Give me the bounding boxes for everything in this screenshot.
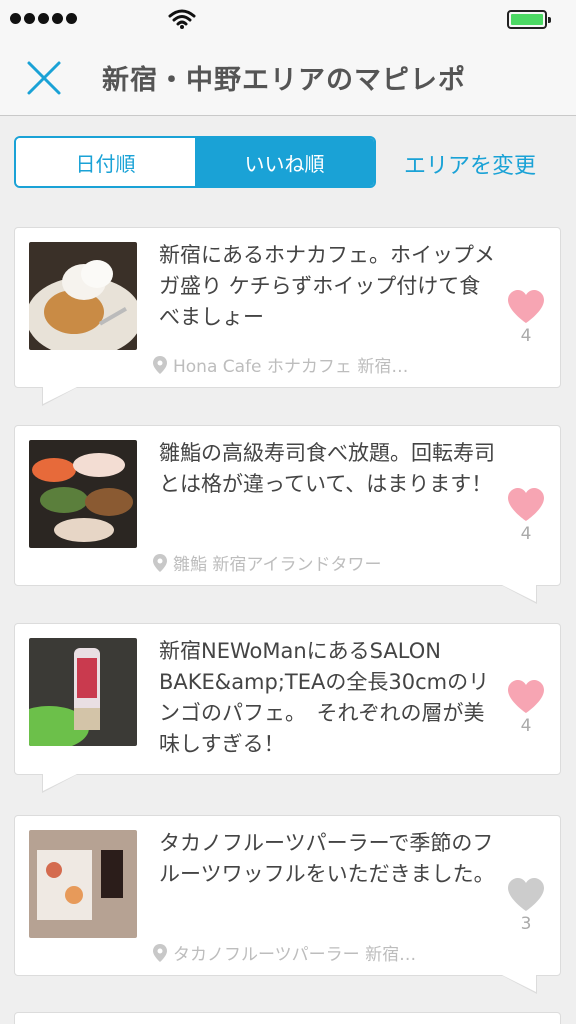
change-area-link[interactable]: エリアを変更 xyxy=(404,148,536,180)
sort-segmented-control: 日付順 いいね順 xyxy=(14,136,376,188)
post-text: 新宿にあるホナカフェ。ホイップメガ盛り ケチらずホイップ付けて食べましょー xyxy=(159,243,495,329)
sort-by-date-tab[interactable]: 日付順 xyxy=(16,138,195,186)
post-card[interactable]: 雛鮨の高級寿司食べ放題。回転寿司とは格が違っていて、はまります！ 雛鮨 新宿アイ… xyxy=(14,425,561,604)
heart-icon xyxy=(508,488,544,521)
location-pin-icon xyxy=(153,355,167,374)
post-text: 雛鮨の高級寿司食べ放題。回転寿司とは格が違っていて、はまります！ xyxy=(159,441,495,496)
post-card[interactable]: 新宿にあるホナカフェ。ホイップメガ盛り ケチらずホイップ付けて食べましょー Ho… xyxy=(14,227,561,406)
post-location: タカノフルーツパーラー 新宿… xyxy=(153,940,416,965)
like-count: 4 xyxy=(520,326,532,346)
post-text: タカノフルーツパーラーで季節のフルーツワッフルをいただきました。 xyxy=(159,831,495,886)
battery-icon xyxy=(507,10,551,29)
like-count: 4 xyxy=(520,716,532,736)
location-label: Hona Cafe ホナカフェ 新宿… xyxy=(173,357,409,377)
signal-strength-icon xyxy=(10,13,77,24)
status-bar xyxy=(0,0,576,40)
location-label: タカノフルーツパーラー 新宿… xyxy=(173,945,417,965)
wifi-icon xyxy=(168,9,196,29)
like-count: 4 xyxy=(520,524,532,544)
heart-icon xyxy=(508,290,544,323)
sort-by-likes-tab[interactable]: いいね順 xyxy=(195,138,374,186)
post-card[interactable] xyxy=(14,1012,561,1024)
nav-bar: 新宿・中野エリアのマピレポ xyxy=(0,40,576,116)
location-pin-icon xyxy=(153,943,167,962)
like-count: 3 xyxy=(520,914,532,934)
location-pin-icon xyxy=(153,553,167,572)
like-button[interactable]: 4 xyxy=(506,488,546,544)
post-thumbnail xyxy=(29,638,137,746)
post-card[interactable]: タカノフルーツパーラーで季節のフルーツワッフルをいただきました。 タカノフルーツ… xyxy=(14,815,561,994)
post-thumbnail xyxy=(29,440,137,548)
like-button[interactable]: 4 xyxy=(506,680,546,736)
post-text: 新宿NEWoManにあるSALON BAKE&amp;TEAの全長30cmのリン… xyxy=(159,639,490,756)
location-label: 雛鮨 新宿アイランドタワー xyxy=(173,555,382,575)
post-thumbnail xyxy=(29,242,137,350)
like-button[interactable]: 3 xyxy=(506,878,546,934)
post-card[interactable]: 新宿NEWoManにあるSALON BAKE&amp;TEAの全長30cmのリン… xyxy=(14,623,561,793)
post-location: 雛鮨 新宿アイランドタワー xyxy=(153,550,382,575)
post-location: Hona Cafe ホナカフェ 新宿… xyxy=(153,352,408,377)
like-button[interactable]: 4 xyxy=(506,290,546,346)
heart-icon xyxy=(508,878,544,911)
page-title: 新宿・中野エリアのマピレポ xyxy=(102,65,466,96)
close-icon[interactable] xyxy=(22,56,66,100)
post-thumbnail xyxy=(29,830,137,938)
heart-icon xyxy=(508,680,544,713)
